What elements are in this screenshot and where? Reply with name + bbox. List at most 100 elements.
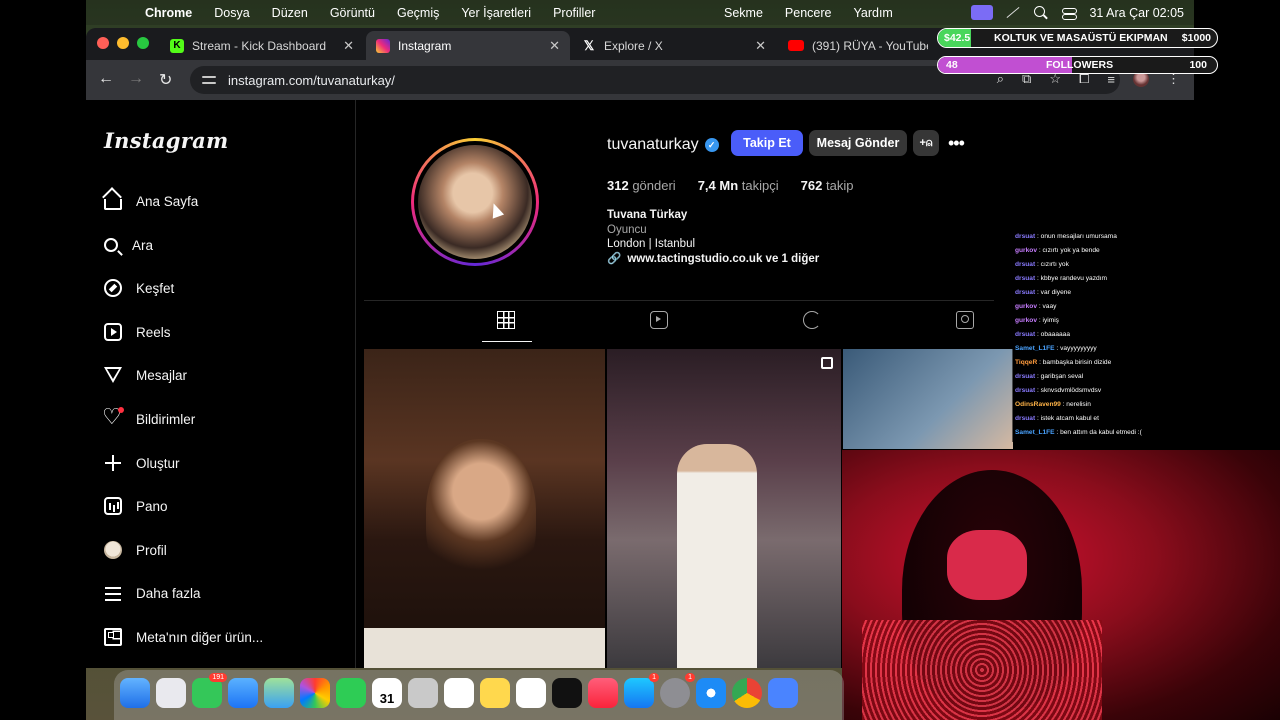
close-window-button[interactable] [97,37,109,49]
chrome-icon[interactable] [732,678,762,708]
more-options-icon[interactable]: ••• [948,133,965,154]
following-stat[interactable]: 762 takip [801,178,854,193]
apple-tv-icon[interactable] [552,678,582,708]
reminders-icon[interactable] [444,678,474,708]
youtube-icon [788,40,804,51]
chat-text: : var diyene [1035,289,1072,296]
post-thumbnail[interactable] [364,349,605,668]
bio-link[interactable]: 🔗 www.tactingstudio.co.uk ve 1 diğer [607,252,819,267]
profile-bio: Tuvana Türkay Oyuncu London | Istanbul 🔗… [607,208,819,266]
spotlight-search-icon[interactable] [1033,5,1049,20]
menu-sekme[interactable]: Sekme [713,6,774,20]
safari-icon[interactable] [696,678,726,708]
nav-messages[interactable]: Mesajlar [104,361,187,389]
nav-reels[interactable]: Reels [104,318,171,346]
x-icon: 𝕏 [583,37,595,53]
posts-grid-icon[interactable] [482,311,532,342]
zoom-window-button[interactable] [137,37,149,49]
nav-label: Keşfet [136,280,175,296]
close-tab-icon[interactable]: ✕ [343,38,354,54]
following-count: 762 [800,178,823,193]
nav-create[interactable]: Oluştur [104,449,180,477]
music-icon[interactable] [588,678,618,708]
control-center-icon[interactable] [1061,6,1078,20]
preview-icon[interactable] [768,678,798,708]
menu-gecmis[interactable]: Geçmiş [386,6,450,20]
nav-explore[interactable]: Keşfet [104,274,174,302]
notes-icon[interactable] [480,678,510,708]
tagged-tab-icon[interactable] [956,311,974,329]
wifi-off-icon[interactable] [1005,6,1021,20]
reels-tab-icon[interactable] [650,311,668,329]
dock: 191 31 1 1 [114,670,844,720]
nav-label: Ara [132,237,154,253]
profile-picture[interactable] [411,138,539,266]
chat-username: OdinsRaven99 [1015,401,1061,408]
nav-home[interactable]: Ana Sayfa [104,187,198,215]
system-settings-icon[interactable]: 1 [660,673,695,708]
nav-notifications[interactable]: Bildirimler [102,404,195,433]
app-store-icon[interactable]: 1 [624,673,659,708]
chat-message: drsuat : cızırtı yok [1015,258,1194,272]
message-button[interactable]: Mesaj Gönder [809,130,907,156]
post-thumbnail[interactable] [843,349,1013,449]
screen-share-icon[interactable] [971,5,994,20]
nav-meta-products[interactable]: Meta'nın diğer ürün... [104,623,263,651]
instagram-logo[interactable]: Instagram [104,128,229,153]
window-controls [97,37,149,49]
add-person-icon[interactable]: +⍝ [913,130,939,156]
menu-duzen[interactable]: Düzen [261,6,319,20]
menu-profiller[interactable]: Profiller [542,6,606,20]
chat-message: Samet_L1FE : ben attım da kabul etmedi :… [1015,426,1194,440]
tab-kick-dashboard[interactable]: K Stream - Kick Dashboard ✕ [160,31,364,60]
chat-text: : vaay [1036,303,1057,310]
minimize-window-button[interactable] [117,37,129,49]
mail-icon[interactable] [228,678,258,708]
menu-app-name[interactable]: Chrome [134,6,203,20]
tab-youtube[interactable]: (391) RÜYA - YouTube [778,31,938,60]
close-tab-icon[interactable]: ✕ [755,38,766,54]
facetime-icon[interactable] [336,678,366,708]
chat-text: : sknvsdvmlödsmvdsv [1035,387,1102,394]
menu-goruntu[interactable]: Görüntü [319,6,386,20]
freeform-icon[interactable] [516,678,546,708]
url-text[interactable]: instagram.com/tuvanaturkay/ [228,73,395,88]
nav-label: Meta'nın diğer ürün... [136,629,264,645]
forward-icon[interactable]: → [128,70,144,88]
finder-icon[interactable] [120,678,150,708]
chat-username: gurkov [1015,317,1037,324]
nav-more[interactable]: Daha fazla [104,579,201,607]
compass-icon [104,279,122,297]
launchpad-icon[interactable] [156,678,186,708]
contacts-icon[interactable] [408,678,438,708]
posts-stat[interactable]: 312 gönderi [607,178,676,193]
chat-username: drsuat [1015,373,1036,380]
menu-pencere[interactable]: Pencere [774,6,843,20]
maps-icon[interactable] [264,678,294,708]
followers-stat[interactable]: 7,4 Mn takipçi [698,178,779,193]
tab-explore-x[interactable]: 𝕏 Explore / X ✕ [572,31,776,60]
stream-chat-overlay: drsuat : onun mesajları umursama gurkov :… [1012,230,1194,442]
photos-icon[interactable] [300,678,330,708]
close-tab-icon[interactable]: ✕ [549,38,560,54]
menu-yer-isaretleri[interactable]: Yer İşaretleri [450,6,542,20]
chat-text: : garibşan seval [1035,373,1084,380]
nav-search[interactable]: Ara [104,231,153,259]
webcam-overlay [842,450,1280,720]
nav-dashboard[interactable]: Pano [104,492,168,520]
nav-profile[interactable]: Profil [104,536,167,564]
site-info-icon[interactable] [202,74,216,86]
post-thumbnail[interactable] [607,349,841,668]
tab-instagram[interactable]: Instagram ✕ [366,31,570,60]
reposts-tab-icon[interactable] [803,311,821,329]
menu-bar: Chrome Dosya Düzen Görüntü Geçmiş Yer İş… [86,0,1194,25]
clock[interactable]: 31 Ara Çar 02:05 [1089,6,1184,20]
bio-link-text[interactable]: www.tactingstudio.co.uk ve 1 diğer [627,252,819,267]
menu-yardim[interactable]: Yardım [842,6,903,20]
calendar-icon[interactable]: 31 [372,678,402,708]
menu-dosya[interactable]: Dosya [203,6,260,20]
follow-button[interactable]: Takip Et [731,130,803,156]
back-icon[interactable]: ← [98,70,114,88]
messages-icon[interactable]: 191 [192,673,227,708]
reload-icon[interactable]: ↻ [159,70,172,90]
